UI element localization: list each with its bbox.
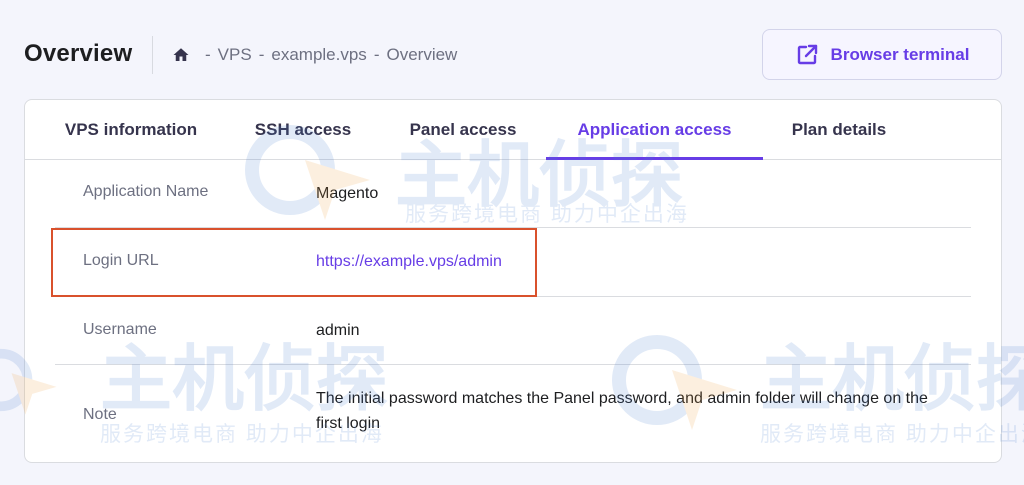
note-label: Note	[83, 406, 117, 423]
home-icon[interactable]	[172, 46, 190, 64]
breadcrumb-separator: -	[258, 45, 265, 64]
detail-row-note: Note The initial password matches the Pa…	[55, 365, 971, 462]
details-card: VPS information SSH access Panel access …	[24, 99, 1002, 463]
breadcrumb-item-vps[interactable]: VPS	[218, 45, 252, 65]
browser-terminal-button[interactable]: Browser terminal	[762, 29, 1002, 80]
breadcrumb-separator: -	[373, 45, 380, 64]
external-link-icon	[795, 43, 819, 67]
browser-terminal-label: Browser terminal	[830, 44, 970, 64]
login-url-label: Login URL	[83, 252, 159, 269]
tab-panel-access[interactable]: Panel access	[408, 100, 518, 159]
breadcrumb: - VPS - example.vps - Overview	[172, 44, 457, 66]
detail-row-application-name: Application Name Magento	[55, 160, 971, 228]
breadcrumb-item-server[interactable]: example.vps	[271, 45, 366, 65]
tab-ssh-access[interactable]: SSH access	[254, 100, 352, 159]
detail-row-username: Username admin	[55, 297, 971, 365]
breadcrumb-separator: -	[205, 45, 211, 64]
detail-row-login-url: Login URL https://example.vps/admin	[55, 228, 971, 297]
title-divider	[152, 36, 153, 74]
login-url-link[interactable]: https://example.vps/admin	[316, 249, 502, 274]
tab-bar: VPS information SSH access Panel access …	[25, 100, 1001, 160]
application-name-label: Application Name	[83, 183, 209, 200]
page-header: Overview - VPS - example.vps - Overview …	[0, 0, 1024, 100]
tab-plan-details[interactable]: Plan details	[790, 100, 888, 159]
tab-vps-information[interactable]: VPS information	[63, 100, 199, 159]
breadcrumb-item-current: Overview	[386, 45, 458, 64]
page-title: Overview	[24, 40, 133, 67]
note-value: The initial password matches the Panel p…	[316, 390, 928, 432]
username-value: admin	[316, 322, 360, 339]
tab-application-access[interactable]: Application access	[546, 100, 763, 160]
username-label: Username	[83, 321, 157, 338]
application-name-value: Magento	[316, 185, 379, 202]
